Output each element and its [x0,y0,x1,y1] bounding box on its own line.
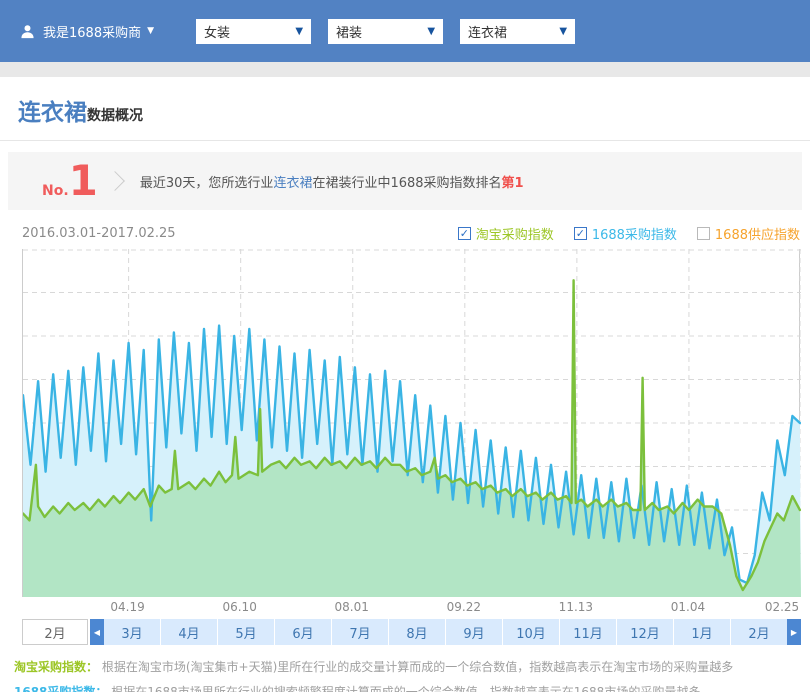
topbar: 我是1688采购商 ▼ 女装 ▼ 裙装 ▼ 连衣裙 ▼ [0,0,810,62]
category-dropdown-3[interactable]: 连衣裙 ▼ [460,19,575,44]
rank-value: 第1 [502,176,524,191]
title-divider [0,140,810,141]
category-dropdown-3-value: 连衣裙 [468,22,507,41]
chart-canvas [23,249,801,597]
footnote-desc: 根据在淘宝市场(淘宝集市+天猫)里所在行业的成交量计算而成的一个综合数值，指数越… [102,660,733,674]
rank-text-before: 最近30天，您所选行业 [140,176,274,191]
x-tick-label: 04.19 [110,600,144,614]
chevron-down-icon: ▼ [559,26,567,37]
rank-keyword-link[interactable]: 连衣裙 [273,176,312,191]
chart-header: 2016.03.01-2017.02.25 ✓ 淘宝采购指数 ✓ 1688采购指… [22,224,800,243]
category-dropdown-2[interactable]: 裙装 ▼ [328,19,443,44]
x-axis-ticks: 04.19 06.10 08.01 09.22 11.13 01.04 02.25 [22,597,800,617]
month-current-box[interactable]: 2月 [22,619,88,645]
footnote-1688-index: 1688采购指数： 根据在1688市场里所在行业的搜索频繁程度计算而成的一个综合… [14,680,810,692]
chart-legend: ✓ 淘宝采购指数 ✓ 1688采购指数 1688供应指数 [458,224,800,243]
user-icon [20,24,35,39]
scroll-right-arrow-icon[interactable]: ▶ [787,619,801,645]
footnote-term: 1688采购指数： [14,685,107,692]
rank-number: 1 [69,160,98,202]
x-tick-label: 09.22 [447,600,481,614]
page-title-keyword: 连衣裙 [18,93,87,127]
header-gray-strip [0,62,810,77]
rank-no-prefix: No. [42,183,69,199]
month-tab[interactable]: 12月 [617,619,673,645]
x-tick-label: 02.25 [765,600,799,614]
chevron-down-icon: ▼ [427,26,435,37]
legend-item-1688-purchase-index[interactable]: ✓ 1688采购指数 [574,224,677,243]
month-tab[interactable]: 9月 [446,619,502,645]
user-menu[interactable]: 我是1688采购商 ▼ [20,22,154,41]
month-tab[interactable]: 6月 [275,619,331,645]
month-tab[interactable]: 7月 [332,619,388,645]
page-title-suffix: 数据概况 [87,105,143,125]
month-tab[interactable]: 4月 [161,619,217,645]
x-tick-label: 08.01 [335,600,369,614]
legend-item-1688-supply-index[interactable]: 1688供应指数 [697,224,800,243]
month-tab[interactable]: 1月 [674,619,730,645]
month-tab[interactable]: 11月 [560,619,616,645]
checkbox-unchecked-icon[interactable] [697,227,710,240]
checkbox-checked-icon[interactable]: ✓ [458,227,471,240]
month-tabs: 3月4月5月6月7月8月9月10月11月12月1月2月 [104,619,787,645]
rank-text-middle: 在裙装行业中1688采购指数排名 [312,176,501,191]
x-tick-label: 01.04 [671,600,705,614]
month-tab[interactable]: 5月 [218,619,274,645]
scroll-left-arrow-icon[interactable]: ◀ [90,619,104,645]
chevron-down-icon: ▼ [295,26,303,37]
rank-banner: No. 1 最近30天，您所选行业连衣裙在裙装行业中1688采购指数排名第1 [8,152,802,210]
date-range-label: 2016.03.01-2017.02.25 [22,226,176,241]
rank-description: 最近30天，您所选行业连衣裙在裙装行业中1688采购指数排名第1 [140,172,524,191]
month-tab[interactable]: 8月 [389,619,445,645]
category-dropdown-1-value: 女装 [204,22,230,41]
chevron-right-icon [105,171,125,191]
page-title: 连衣裙 数据概况 [0,77,810,127]
category-dropdown-2-value: 裙装 [336,22,362,41]
legend-item-taobao-index[interactable]: ✓ 淘宝采购指数 [458,224,554,243]
month-tab[interactable]: 2月 [731,619,787,645]
month-tab[interactable]: 10月 [503,619,559,645]
index-footnotes: 淘宝采购指数： 根据在淘宝市场(淘宝集市+天猫)里所在行业的成交量计算而成的一个… [14,655,810,692]
x-tick-label: 06.10 [222,600,256,614]
legend-label: 1688采购指数 [592,224,677,243]
footnote-term: 淘宝采购指数： [14,660,98,674]
footnote-taobao-index: 淘宝采购指数： 根据在淘宝市场(淘宝集市+天猫)里所在行业的成交量计算而成的一个… [14,655,810,680]
checkbox-checked-icon[interactable]: ✓ [574,227,587,240]
legend-label: 1688供应指数 [715,224,800,243]
category-dropdown-1[interactable]: 女装 ▼ [196,19,311,44]
month-tab[interactable]: 3月 [104,619,160,645]
month-selector-bar: 2月 ◀ 3月4月5月6月7月8月9月10月11月12月1月2月 ▶ [22,619,801,645]
footnote-desc: 根据在1688市场里所在行业的搜索频繁程度计算而成的一个综合数值，指数越高表示在… [111,685,700,692]
legend-label: 淘宝采购指数 [476,224,554,243]
chevron-down-icon: ▼ [147,26,154,36]
x-tick-label: 11.13 [559,600,593,614]
index-trend-chart[interactable] [22,249,800,597]
rank-no1-badge: No. 1 [42,160,98,202]
user-label: 我是1688采购商 [43,22,141,41]
